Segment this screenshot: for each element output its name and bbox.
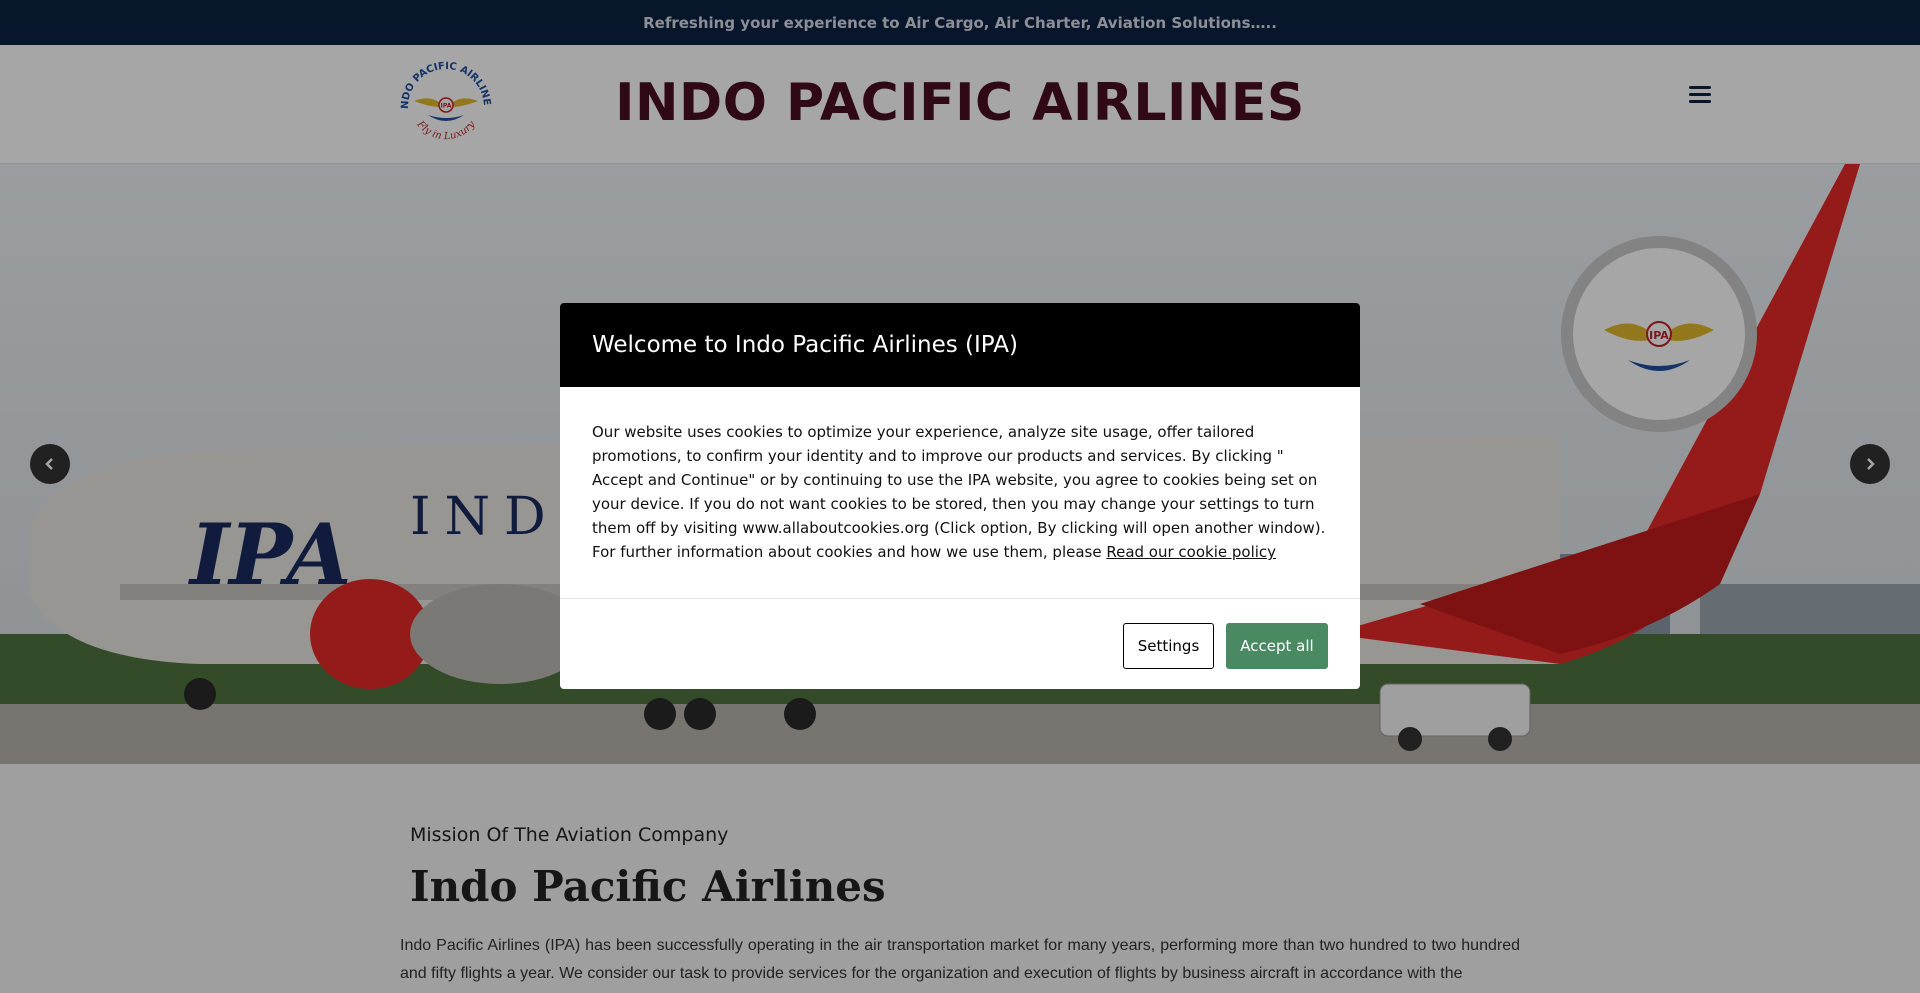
cookie-consent-dialog: Welcome to Indo Pacific Airlines (IPA) O… xyxy=(560,303,1360,689)
dialog-footer: Settings Accept all xyxy=(560,599,1360,689)
dialog-title: Welcome to Indo Pacific Airlines (IPA) xyxy=(592,332,1018,358)
dialog-header: Welcome to Indo Pacific Airlines (IPA) xyxy=(560,303,1360,387)
dialog-body: Our website uses cookies to optimize you… xyxy=(560,387,1360,599)
settings-button[interactable]: Settings xyxy=(1123,623,1214,669)
cookie-policy-link[interactable]: Read our cookie policy xyxy=(1106,543,1276,561)
cookie-notice-text: Our website uses cookies to optimize you… xyxy=(592,423,1326,561)
accept-all-button[interactable]: Accept all xyxy=(1226,623,1328,669)
